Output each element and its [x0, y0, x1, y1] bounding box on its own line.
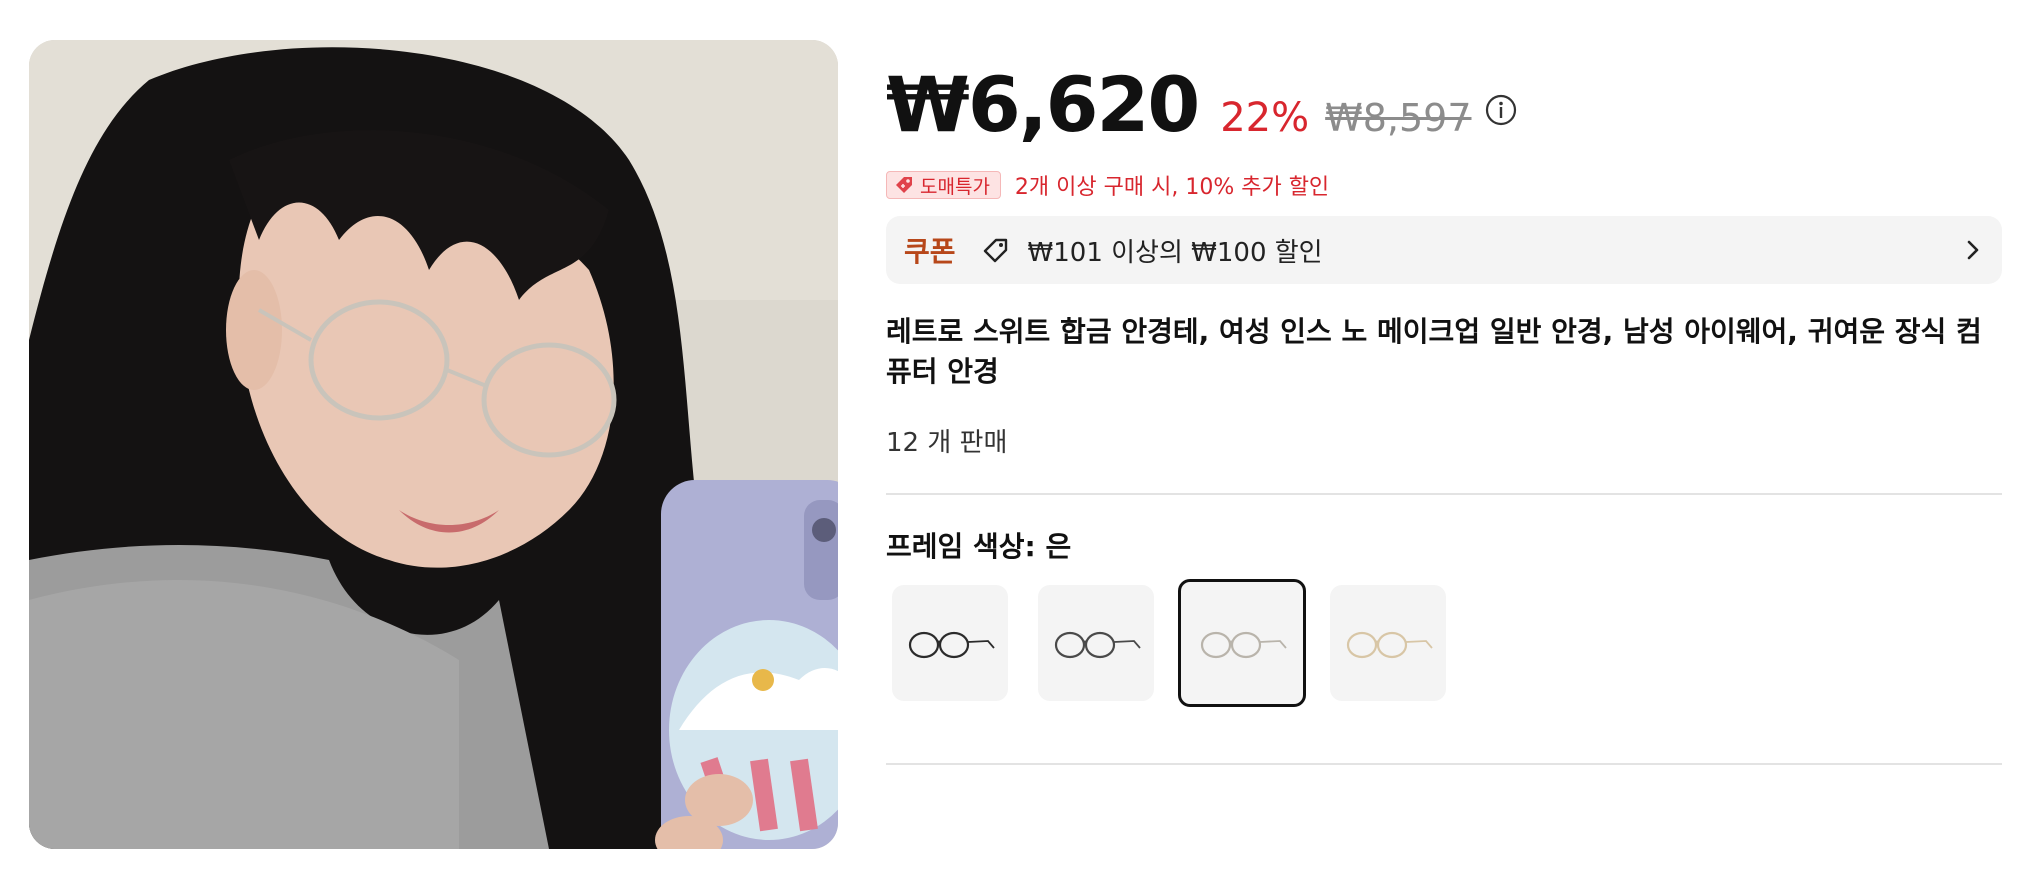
glasses-icon — [908, 631, 995, 659]
discount-percent: 22% — [1220, 95, 1310, 141]
coupon-tag-icon — [983, 238, 1007, 263]
chevron-right-icon[interactable] — [1962, 237, 1984, 263]
coupon-text: ₩101 이상의 ₩100 할인 — [1027, 237, 1323, 268]
frame-color-value: 은 — [1045, 530, 1072, 563]
coupon-label: 쿠폰 — [904, 235, 956, 268]
coupon-bar[interactable]: 쿠폰 ₩101 이상의 ₩100 할인 — [886, 216, 2002, 284]
product-image[interactable] — [29, 40, 838, 849]
bulk-discount-text: 2개 이상 구매 시, 10% 추가 할인 — [1014, 175, 1330, 200]
swatch-gold[interactable] — [1330, 585, 1446, 701]
original-price: ₩8,597 — [1325, 96, 1472, 140]
price-tag-icon — [896, 177, 912, 193]
wholesale-badge-label: 도매특가 — [920, 175, 990, 198]
glasses-icon — [1054, 631, 1141, 659]
info-icon[interactable] — [1484, 93, 1518, 127]
current-price: ₩6,620 — [886, 60, 1200, 149]
divider — [886, 493, 2002, 495]
price-row: ₩6,620 22% ₩8,597 — [886, 60, 2002, 160]
wholesale-badge: 도매특가 — [886, 171, 1001, 199]
sold-count: 12 개 판매 — [886, 428, 1008, 458]
frame-color-label: 프레임 색상: — [886, 530, 1036, 563]
frame-color-heading: 프레임 색상: 은 — [886, 525, 2002, 565]
swatch-silver[interactable] — [1178, 579, 1306, 707]
promo-row: 도매특가 2개 이상 구매 시, 10% 추가 할인 — [886, 168, 2002, 202]
glasses-icon — [1200, 631, 1287, 659]
product-photo — [29, 40, 838, 849]
product-info: ₩6,620 22% ₩8,597 도매특가 2개 이상 구매 시, 10% 추… — [886, 60, 2002, 765]
product-title: 레트로 스위트 합금 안경테, 여성 인스 노 메이크업 일반 안경, 남성 아… — [886, 315, 1982, 388]
divider — [886, 763, 2002, 765]
swatch-black[interactable] — [892, 585, 1008, 701]
swatch-gunmetal[interactable] — [1038, 585, 1154, 701]
glasses-icon — [1346, 631, 1433, 659]
frame-color-swatches — [886, 579, 2002, 707]
